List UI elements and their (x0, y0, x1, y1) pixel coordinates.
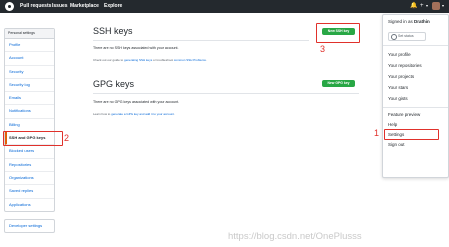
menu-sign-out[interactable]: Sign out (388, 142, 405, 147)
gpg-learn-suffix: . (173, 112, 175, 116)
generate-gpg-key-link[interactable]: generate a GPG key and add it to your ac… (111, 112, 174, 116)
menu-feature-preview[interactable]: Feature preview (388, 112, 420, 117)
common-ssh-problems-link[interactable]: common SSH Problems (174, 58, 206, 62)
menu-your-gists[interactable]: Your gists (388, 96, 408, 101)
sidebar-item-account[interactable]: Account (5, 52, 54, 66)
avatar[interactable] (432, 2, 440, 10)
annotation-three: 3 (320, 44, 326, 54)
ssh-keys-title: SSH keys (93, 26, 133, 36)
sidebar-item-security-log[interactable]: Security log (5, 79, 54, 93)
menu-your-profile[interactable]: Your profile (388, 52, 411, 57)
bell-icon[interactable]: 🔔 (410, 2, 417, 10)
sidebar-item-notifications[interactable]: Notifications (5, 105, 54, 119)
set-status-label: Set status (398, 34, 414, 38)
sidebar-item-organizations[interactable]: Organizations (5, 172, 54, 186)
ssh-divider (93, 40, 309, 41)
nav-issues[interactable]: Issues (52, 2, 68, 10)
developer-settings-box: Developer settings (4, 219, 55, 234)
ssh-guide-suffix: . (205, 58, 207, 62)
user-dropdown-menu: Signed in as Drathin Set status Your pro… (382, 14, 449, 178)
settings-sidebar: Personal settings Profile Account Securi… (4, 28, 55, 212)
highlight-ssh-gpg-keys (3, 131, 63, 146)
ssh-guide-text: Check out our guide to generating SSH ke… (93, 58, 207, 62)
nav-marketplace[interactable]: Marketplace (70, 2, 99, 10)
ssh-guide-prefix: Check out our guide to (93, 58, 125, 62)
sidebar-item-developer-settings[interactable]: Developer settings (5, 220, 54, 232)
chevron-down-icon[interactable]: ▾ (426, 3, 428, 8)
gpg-empty-message: There are no GPG keys associated with yo… (93, 100, 180, 104)
annotation-one: 1 (374, 128, 380, 138)
sidebar-header: Personal settings (5, 29, 54, 39)
github-logo-icon[interactable] (5, 2, 14, 11)
menu-your-stars[interactable]: Your stars (388, 85, 408, 90)
nav-pull-requests[interactable]: Pull requests (20, 2, 51, 10)
sidebar-item-emails[interactable]: Emails (5, 92, 54, 106)
dropdown-divider (383, 45, 448, 46)
menu-help[interactable]: Help (388, 122, 397, 127)
watermark-text: https://blog.csdn.net/OnePlusss (228, 231, 362, 242)
sidebar-item-saved-replies[interactable]: Saved replies (5, 185, 54, 199)
signed-in-text: Signed in as Drathin (388, 19, 430, 24)
menu-your-repositories[interactable]: Your repositories (388, 63, 422, 68)
highlight-settings (384, 129, 439, 140)
highlight-new-ssh-key (316, 23, 360, 43)
dropdown-divider (383, 107, 448, 108)
menu-your-projects[interactable]: Your projects (388, 74, 414, 79)
top-navigation-bar: Pull requests Issues Marketplace Explore… (0, 0, 449, 13)
sidebar-item-security[interactable]: Security (5, 66, 54, 79)
ssh-empty-message: There are no SSH keys associated with yo… (93, 46, 179, 50)
gpg-divider (93, 93, 359, 94)
generating-ssh-keys-link[interactable]: generating SSH keys (124, 58, 152, 62)
annotation-two: 2 (64, 133, 70, 143)
gpg-learn-text: Learn how to generate a GPG key and add … (93, 112, 175, 116)
new-gpg-key-button[interactable]: New GPG key (322, 80, 355, 87)
sidebar-item-applications[interactable]: Applications (5, 199, 54, 211)
smiley-icon (391, 34, 397, 40)
gpg-learn-prefix: Learn how to (93, 112, 112, 116)
signed-in-username: Drathin (414, 19, 430, 24)
sidebar-item-repositories[interactable]: Repositories (5, 159, 54, 172)
sidebar-item-profile[interactable]: Profile (5, 39, 54, 53)
nav-explore[interactable]: Explore (104, 2, 122, 10)
sidebar-item-blocked-users[interactable]: Blocked users (5, 145, 54, 159)
signed-in-prefix: Signed in as (388, 19, 415, 24)
ssh-guide-mid: or troubleshoot (152, 58, 174, 62)
gpg-keys-title: GPG keys (93, 79, 135, 89)
avatar-chevron-down-icon[interactable]: ▾ (442, 3, 444, 8)
plus-icon[interactable]: + (420, 2, 424, 10)
set-status-button[interactable]: Set status (388, 32, 426, 41)
